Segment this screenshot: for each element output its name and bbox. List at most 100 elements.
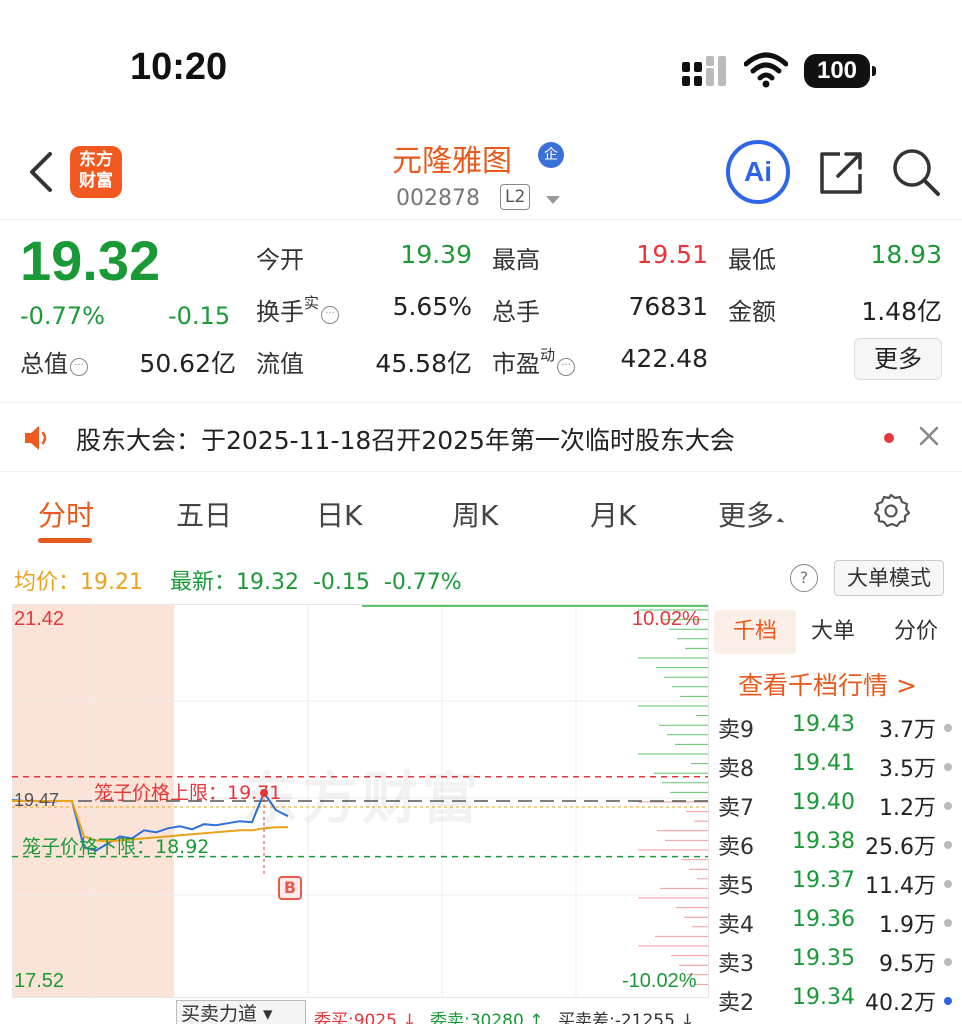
wifi-icon — [744, 52, 788, 88]
ask-price: 19.35 — [792, 946, 855, 971]
open-value: 19.39 — [400, 240, 472, 269]
mktcap-label: 总值 ··· — [20, 344, 88, 379]
ask-volume: 40.2万 — [865, 991, 936, 1016]
level-dot-icon — [944, 997, 952, 1005]
ask-price: 19.43 — [792, 712, 855, 737]
ask-committee-readout: 委卖:30280 ↑ — [430, 1011, 544, 1024]
share-icon[interactable] — [818, 148, 866, 196]
info-icon[interactable]: ··· — [557, 358, 576, 376]
active-tab-indicator — [38, 538, 92, 543]
level-dot-icon — [944, 802, 952, 810]
order-book: 千档 大单 分价 查看千档行情 > 卖9 19.43 3.7万 卖8 19.41… — [712, 604, 962, 1024]
search-icon[interactable] — [890, 146, 942, 198]
chevron-down-icon[interactable] — [546, 196, 560, 204]
upper-limit-label: 笼子价格上限：19.71 — [94, 782, 282, 804]
level-dot-icon — [944, 880, 952, 888]
stock-name[interactable]: 元隆雅图 — [392, 136, 512, 180]
ask-price: 19.40 — [792, 790, 855, 815]
bid-committee-readout: 委买:9025 ↓ — [314, 1011, 417, 1024]
tab-price-distribution[interactable]: 分价 — [890, 610, 942, 654]
level-dot-icon — [944, 841, 952, 849]
volume-value: 76831 — [628, 292, 708, 321]
avg-price-readout: 均价：19.21 — [14, 570, 143, 595]
ask-volume: 3.5万 — [879, 757, 936, 782]
order-book-row: 卖6 19.38 25.6万 — [712, 825, 962, 863]
ask-level: 卖8 — [718, 757, 754, 782]
back-chevron-icon[interactable] — [26, 150, 56, 194]
ai-assistant-button[interactable]: Ai — [726, 140, 790, 204]
lower-limit-label: 笼子价格下限：18.92 — [22, 836, 210, 858]
indicator-select[interactable]: 买卖力道 ▾ — [176, 1000, 306, 1024]
ask-volume: 1.9万 — [879, 913, 936, 938]
order-book-tabs: 千档 大单 分价 — [712, 610, 962, 658]
unread-dot — [884, 433, 894, 443]
pe-value: 422.48 — [620, 344, 708, 373]
tab-monthly-k[interactable]: 月K — [590, 494, 636, 534]
level-dot-icon — [944, 724, 952, 732]
tab-big-orders[interactable]: 大单 — [808, 610, 858, 654]
tab-five-day[interactable]: 五日 — [176, 494, 232, 534]
ask-volume: 3.7万 — [879, 718, 936, 743]
mktcap-value: 50.62亿 — [139, 349, 236, 378]
ask-volume: 9.5万 — [879, 952, 936, 977]
info-icon[interactable]: ··· — [321, 306, 340, 324]
order-book-row: 卖9 19.43 3.7万 — [712, 708, 962, 746]
announcement-bar[interactable]: 股东大会：于2025-11-18召开2025年第一次临时股东大会 — [0, 402, 962, 472]
ask-level: 卖2 — [718, 991, 754, 1016]
ask-price: 19.41 — [792, 751, 855, 776]
help-icon[interactable]: ? — [790, 564, 818, 592]
amount-value: 1.48亿 — [861, 297, 942, 326]
settings-gear-icon[interactable] — [872, 492, 910, 530]
ask-price: 19.37 — [792, 868, 855, 893]
volume-label: 总手 — [492, 298, 540, 326]
eastmoney-logo: 东方 财富 — [70, 146, 122, 198]
pct-bottom-label: -10.02% — [622, 970, 697, 992]
order-book-row: 卖2 19.34 40.2万 — [712, 981, 962, 1019]
chart-info-line: 均价：19.21 最新：19.32 -0.15 -0.77% ? 大单模式 — [0, 560, 962, 600]
order-book-row: 卖3 19.35 9.5万 — [712, 942, 962, 980]
intraday-chart[interactable]: 东方财富 21.42 17.52 10.02% -10.02% 19.47 笼子… — [12, 604, 712, 998]
tab-more[interactable]: 更多 — [718, 494, 785, 534]
order-book-row: 卖8 19.41 3.5万 — [712, 747, 962, 785]
quote-panel: 19.32 -0.77% -0.15 今开 19.39 最高 19.51 最低 … — [0, 222, 962, 392]
tab-daily-k[interactable]: 日K — [316, 494, 362, 534]
order-book-row: 卖7 19.40 1.2万 — [712, 786, 962, 824]
announcement-text[interactable]: 股东大会：于2025-11-18召开2025年第一次临时股东大会 — [76, 421, 735, 457]
pct-top-label: 10.02% — [632, 608, 700, 630]
float-label: 流值 — [256, 350, 304, 378]
close-icon[interactable] — [918, 425, 940, 447]
level-dot-icon — [944, 919, 952, 927]
low-label: 最低 — [728, 246, 776, 274]
low-value: 18.93 — [870, 240, 942, 269]
change-percent: -0.77% — [20, 302, 105, 330]
chart-tabs: 分时 五日 日K 周K 月K 更多 — [0, 480, 962, 550]
tab-thousand-levels[interactable]: 千档 — [714, 610, 796, 654]
ask-level: 卖9 — [718, 718, 754, 743]
float-value: 45.58亿 — [375, 349, 472, 378]
cellular-signal-icon — [682, 56, 726, 86]
ask-level: 卖3 — [718, 952, 754, 977]
ask-volume: 1.2万 — [879, 796, 936, 821]
tab-weekly-k[interactable]: 周K — [452, 494, 498, 534]
order-book-row: 卖4 19.36 1.9万 — [712, 903, 962, 941]
y-bottom-label: 17.52 — [14, 970, 65, 992]
level-dot-icon — [944, 958, 952, 966]
change-amount: -0.15 — [168, 302, 231, 330]
ask-volume: 25.6万 — [865, 835, 936, 860]
ask-price: 19.38 — [792, 829, 855, 854]
stock-code: 002878 — [396, 186, 480, 211]
open-label: 今开 — [256, 246, 304, 274]
info-icon[interactable]: ··· — [70, 358, 88, 376]
big-order-mode-button[interactable]: 大单模式 — [834, 560, 944, 596]
tab-intraday[interactable]: 分时 — [38, 494, 94, 534]
status-bar: 10:20 100 — [0, 0, 962, 120]
battery-indicator: 100 — [804, 54, 876, 88]
more-quote-button[interactable]: 更多 — [854, 338, 942, 380]
view-thousand-levels-link[interactable]: 查看千档行情 > — [738, 666, 917, 702]
speaker-icon — [25, 426, 47, 450]
buy-marker[interactable]: B — [278, 876, 302, 900]
pe-label: 市盈动··· — [492, 344, 576, 379]
prev-close-label: 19.47 — [14, 790, 60, 810]
ask-level: 卖7 — [718, 796, 754, 821]
order-book-row: 卖5 19.37 11.4万 — [712, 864, 962, 902]
